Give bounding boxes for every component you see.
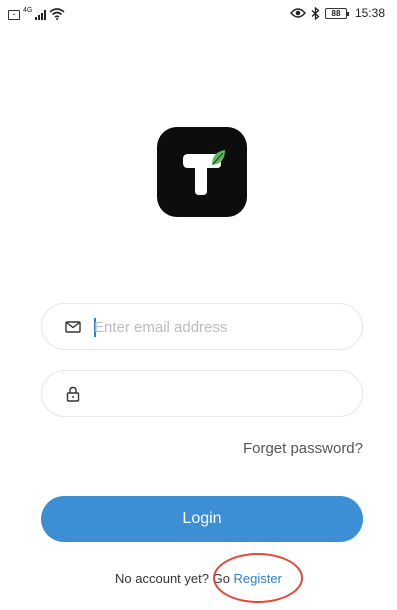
forget-password-link[interactable]: Forget password?: [243, 440, 363, 457]
register-prompt-text: No account yet? Go: [115, 571, 234, 586]
battery-icon: 88: [324, 7, 349, 19]
sim-icon: ▪: [8, 10, 20, 20]
register-link[interactable]: Register: [234, 571, 282, 586]
status-bar: ▪ 4G 88 15:38: [0, 0, 397, 28]
register-prompt: No account yet? Go Register: [0, 571, 397, 586]
logo-mark-icon: [183, 150, 225, 195]
app-logo: [157, 127, 247, 217]
login-button[interactable]: Login: [41, 496, 363, 542]
bluetooth-icon: [311, 6, 320, 20]
eye-icon: [290, 8, 306, 18]
password-field[interactable]: [41, 370, 363, 417]
clock: 15:38: [354, 6, 385, 20]
password-input[interactable]: [94, 381, 344, 407]
email-field[interactable]: [41, 303, 363, 350]
lock-icon: [66, 386, 80, 402]
status-left-group: ▪ 4G: [8, 7, 65, 20]
wifi-icon: [49, 8, 65, 20]
signal-icon: [35, 10, 47, 20]
status-right-group: 88 15:38: [290, 6, 385, 20]
mail-icon: [65, 321, 81, 333]
email-input[interactable]: [94, 314, 344, 340]
network-type-label: 4G: [23, 7, 33, 14]
